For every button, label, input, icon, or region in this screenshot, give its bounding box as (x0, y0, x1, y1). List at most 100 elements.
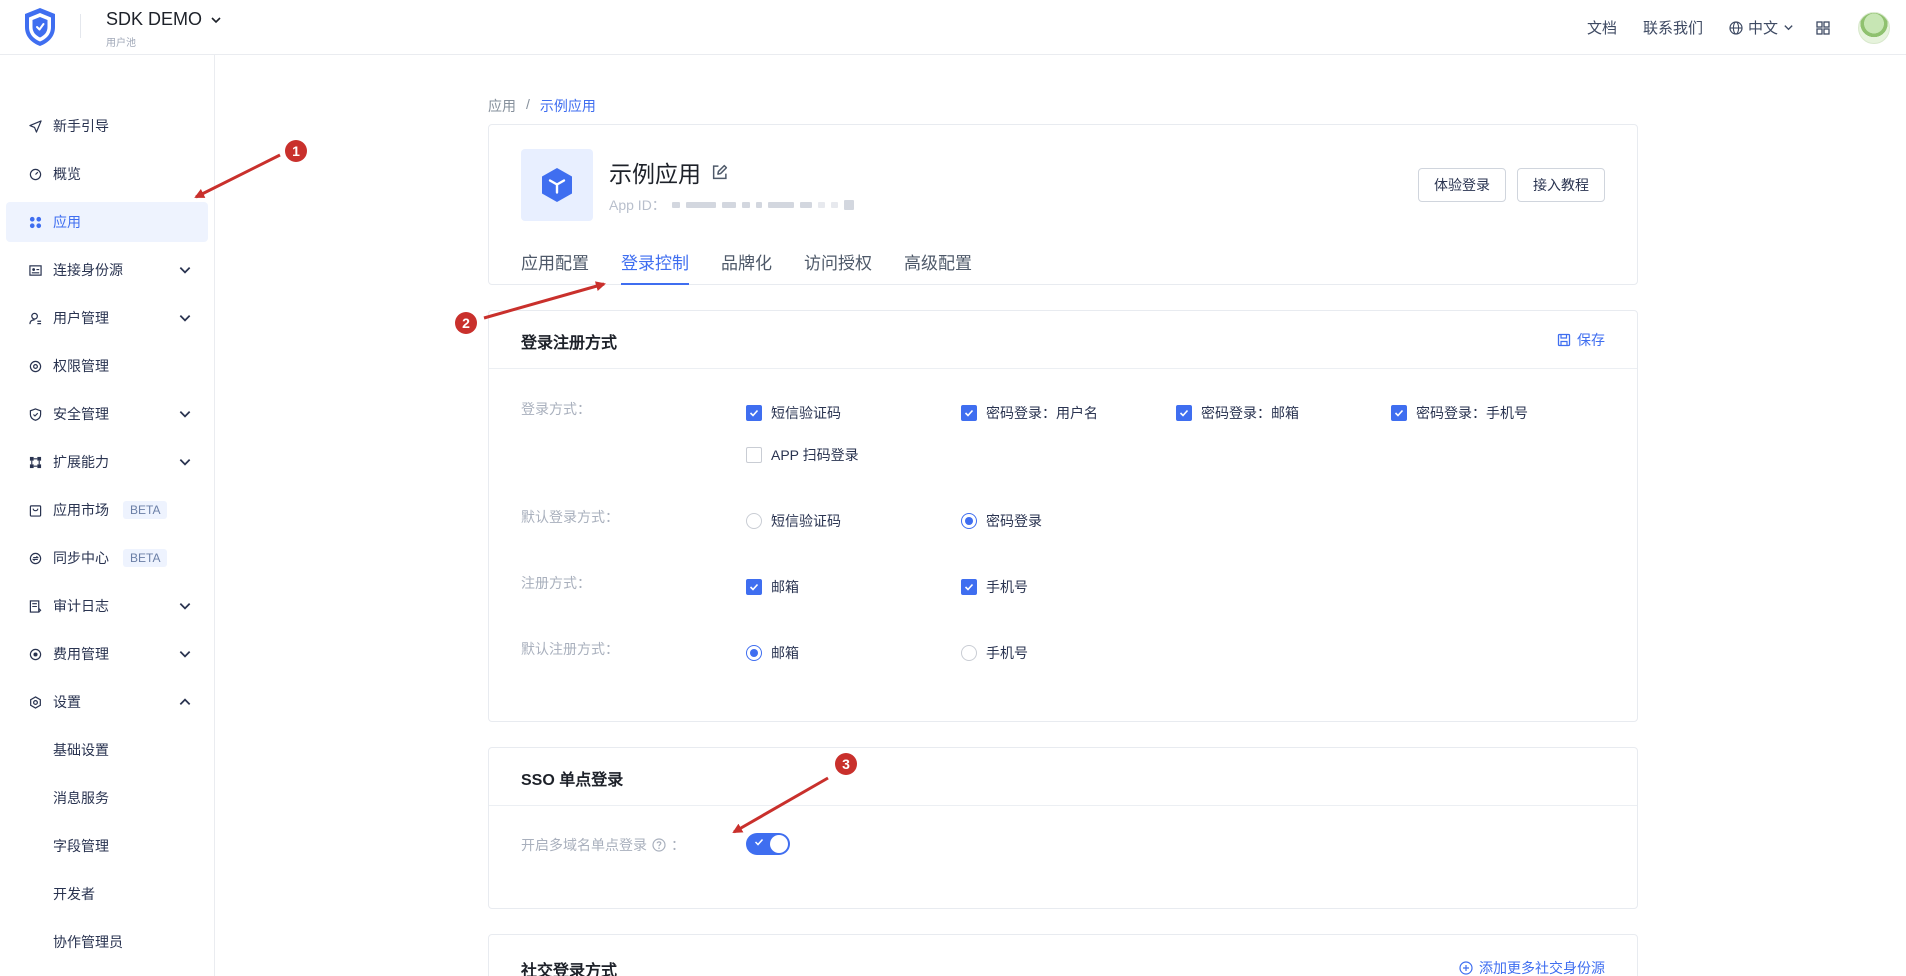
dashboard-icon (28, 167, 42, 181)
sidebar-item-overview[interactable]: 概览 (6, 154, 208, 194)
sidebar-item-onboarding[interactable]: 新手引导 (6, 106, 208, 146)
breadcrumb-current: 示例应用 (539, 98, 596, 114)
sidebar-item-label: 扩展能力 (53, 454, 109, 470)
tab-access-authorization[interactable]: 访问授权 (804, 249, 872, 285)
sidebar-item-label: 权限管理 (53, 358, 109, 374)
social-login-card: 社交登录方式 添加更多社交身份源 (488, 934, 1638, 976)
radio-default-password[interactable]: 密码登录 (961, 511, 1042, 531)
section-title: SSO 单点登录 (521, 772, 624, 789)
cube-icon (542, 168, 572, 202)
app-grid-icon[interactable] (1816, 20, 1830, 35)
sidebar-item-billing[interactable]: 费用管理 (6, 634, 208, 674)
language-switcher[interactable]: 中文 (1729, 17, 1794, 38)
docs-link[interactable]: 文档 (1587, 17, 1617, 38)
header-actions: 文档 联系我们 中文 (1587, 0, 1906, 55)
chevron-down-icon (179, 651, 191, 658)
app-id-value-redacted (671, 200, 854, 210)
register-methods-label: 注册方式： (521, 575, 591, 591)
checkbox-label: 邮箱 (771, 579, 799, 595)
sso-toggle-label: 开启多域名单点登录 (521, 837, 647, 853)
apps-icon (28, 215, 42, 229)
send-icon (28, 119, 42, 133)
sidebar-item-app-market[interactable]: 应用市场 BETA (6, 490, 208, 530)
annotation-marker-2: 2 (455, 312, 477, 334)
section-title: 社交登录方式 (521, 963, 618, 976)
tab-app-config[interactable]: 应用配置 (521, 249, 589, 285)
sidebar-item-label: 概览 (53, 166, 81, 182)
sidebar-item-sync-center[interactable]: 同步中心 BETA (6, 538, 208, 578)
try-login-button[interactable]: 体验登录 (1418, 168, 1506, 202)
plus-circle-icon (1459, 961, 1473, 975)
sso-toggle-switch[interactable] (746, 833, 790, 855)
checkbox-password-phone[interactable]: 密码登录：手机号 (1391, 403, 1528, 423)
sidebar-item-security[interactable]: 安全管理 (6, 394, 208, 434)
breadcrumb: 应用 / 示例应用 (488, 96, 596, 116)
contact-link[interactable]: 联系我们 (1643, 17, 1703, 38)
section-title: 登录注册方式 (521, 335, 618, 352)
radio-default-sms[interactable]: 短信验证码 (746, 511, 841, 531)
user-pool-switcher[interactable]: SDK DEMO (106, 9, 222, 30)
checkbox-app-qr-login[interactable]: APP 扫码登录 (746, 445, 859, 465)
sidebar-subitem-field-management[interactable]: 字段管理 (6, 826, 208, 866)
checkbox-checked (746, 405, 762, 421)
sidebar-item-identity-sources[interactable]: 连接身份源 (6, 250, 208, 290)
checkbox-sms-code[interactable]: 短信验证码 (746, 403, 841, 423)
tutorial-button[interactable]: 接入教程 (1517, 168, 1605, 202)
sidebar-item-label: 用户管理 (53, 310, 109, 326)
checkbox-register-email[interactable]: 邮箱 (746, 577, 799, 597)
user-icon (28, 311, 42, 325)
sidebar-item-label: 审计日志 (53, 598, 109, 614)
sidebar-item-applications[interactable]: 应用 (6, 202, 208, 242)
sidebar-item-settings[interactable]: 设置 (6, 682, 208, 722)
checkbox-checked (961, 579, 977, 595)
globe-icon (1729, 20, 1743, 35)
sidebar-item-label: 设置 (53, 694, 81, 710)
radio-unselected (746, 513, 762, 529)
sidebar-subitem-basic-settings[interactable]: 基础设置 (6, 730, 208, 770)
app-id-row: App ID： (609, 195, 854, 215)
billing-icon (28, 647, 42, 661)
save-icon (1557, 333, 1571, 347)
user-avatar[interactable] (1858, 11, 1890, 44)
sidebar-item-permissions[interactable]: 权限管理 (6, 346, 208, 386)
help-circle-icon[interactable] (652, 838, 666, 852)
shield-icon (28, 407, 42, 421)
checkbox-password-email[interactable]: 密码登录：邮箱 (1176, 403, 1299, 423)
sidebar-item-label: 连接身份源 (53, 262, 123, 278)
checkbox-unchecked (746, 447, 762, 463)
language-label: 中文 (1747, 20, 1778, 37)
sidebar-item-label: 同步中心 (53, 550, 109, 566)
sidebar-item-user-management[interactable]: 用户管理 (6, 298, 208, 338)
sidebar-subitem-developer[interactable]: 开发者 (6, 874, 208, 914)
chevron-down-icon (179, 315, 191, 322)
radio-default-register-email[interactable]: 邮箱 (746, 643, 799, 663)
save-button[interactable]: 保存 (1557, 330, 1605, 350)
user-pool-name: SDK DEMO (106, 9, 203, 29)
checkbox-password-username[interactable]: 密码登录：用户名 (961, 403, 1098, 423)
tab-branding[interactable]: 品牌化 (721, 249, 772, 285)
chevron-down-icon (211, 16, 221, 23)
chevron-up-icon (179, 698, 191, 705)
save-label: 保存 (1577, 332, 1605, 348)
radio-selected (746, 645, 762, 661)
header-divider (80, 14, 81, 38)
tab-advanced-config[interactable]: 高级配置 (904, 249, 972, 285)
edit-icon[interactable] (711, 164, 728, 181)
checkbox-register-phone[interactable]: 手机号 (961, 577, 1028, 597)
breadcrumb-root[interactable]: 应用 (488, 96, 516, 116)
chevron-down-icon (1784, 25, 1793, 31)
checkbox-checked (1391, 405, 1407, 421)
sidebar-item-extensions[interactable]: 扩展能力 (6, 442, 208, 482)
radio-default-register-phone[interactable]: 手机号 (961, 643, 1028, 663)
sidebar-item-audit-log[interactable]: 审计日志 (6, 586, 208, 626)
tab-login-control[interactable]: 登录控制 (621, 249, 689, 285)
sidebar-subitem-collaborators[interactable]: 协作管理员 (6, 922, 208, 962)
beta-badge: BETA (123, 501, 168, 519)
shield-logo-icon[interactable] (22, 6, 58, 48)
radio-label: 短信验证码 (771, 513, 841, 529)
checkbox-checked (1176, 405, 1192, 421)
add-social-source-button[interactable]: 添加更多社交身份源 (1459, 958, 1605, 976)
radio-label: 邮箱 (771, 645, 799, 661)
sidebar-item-label: 应用市场 (53, 502, 109, 518)
sidebar-subitem-message-service[interactable]: 消息服务 (6, 778, 208, 818)
